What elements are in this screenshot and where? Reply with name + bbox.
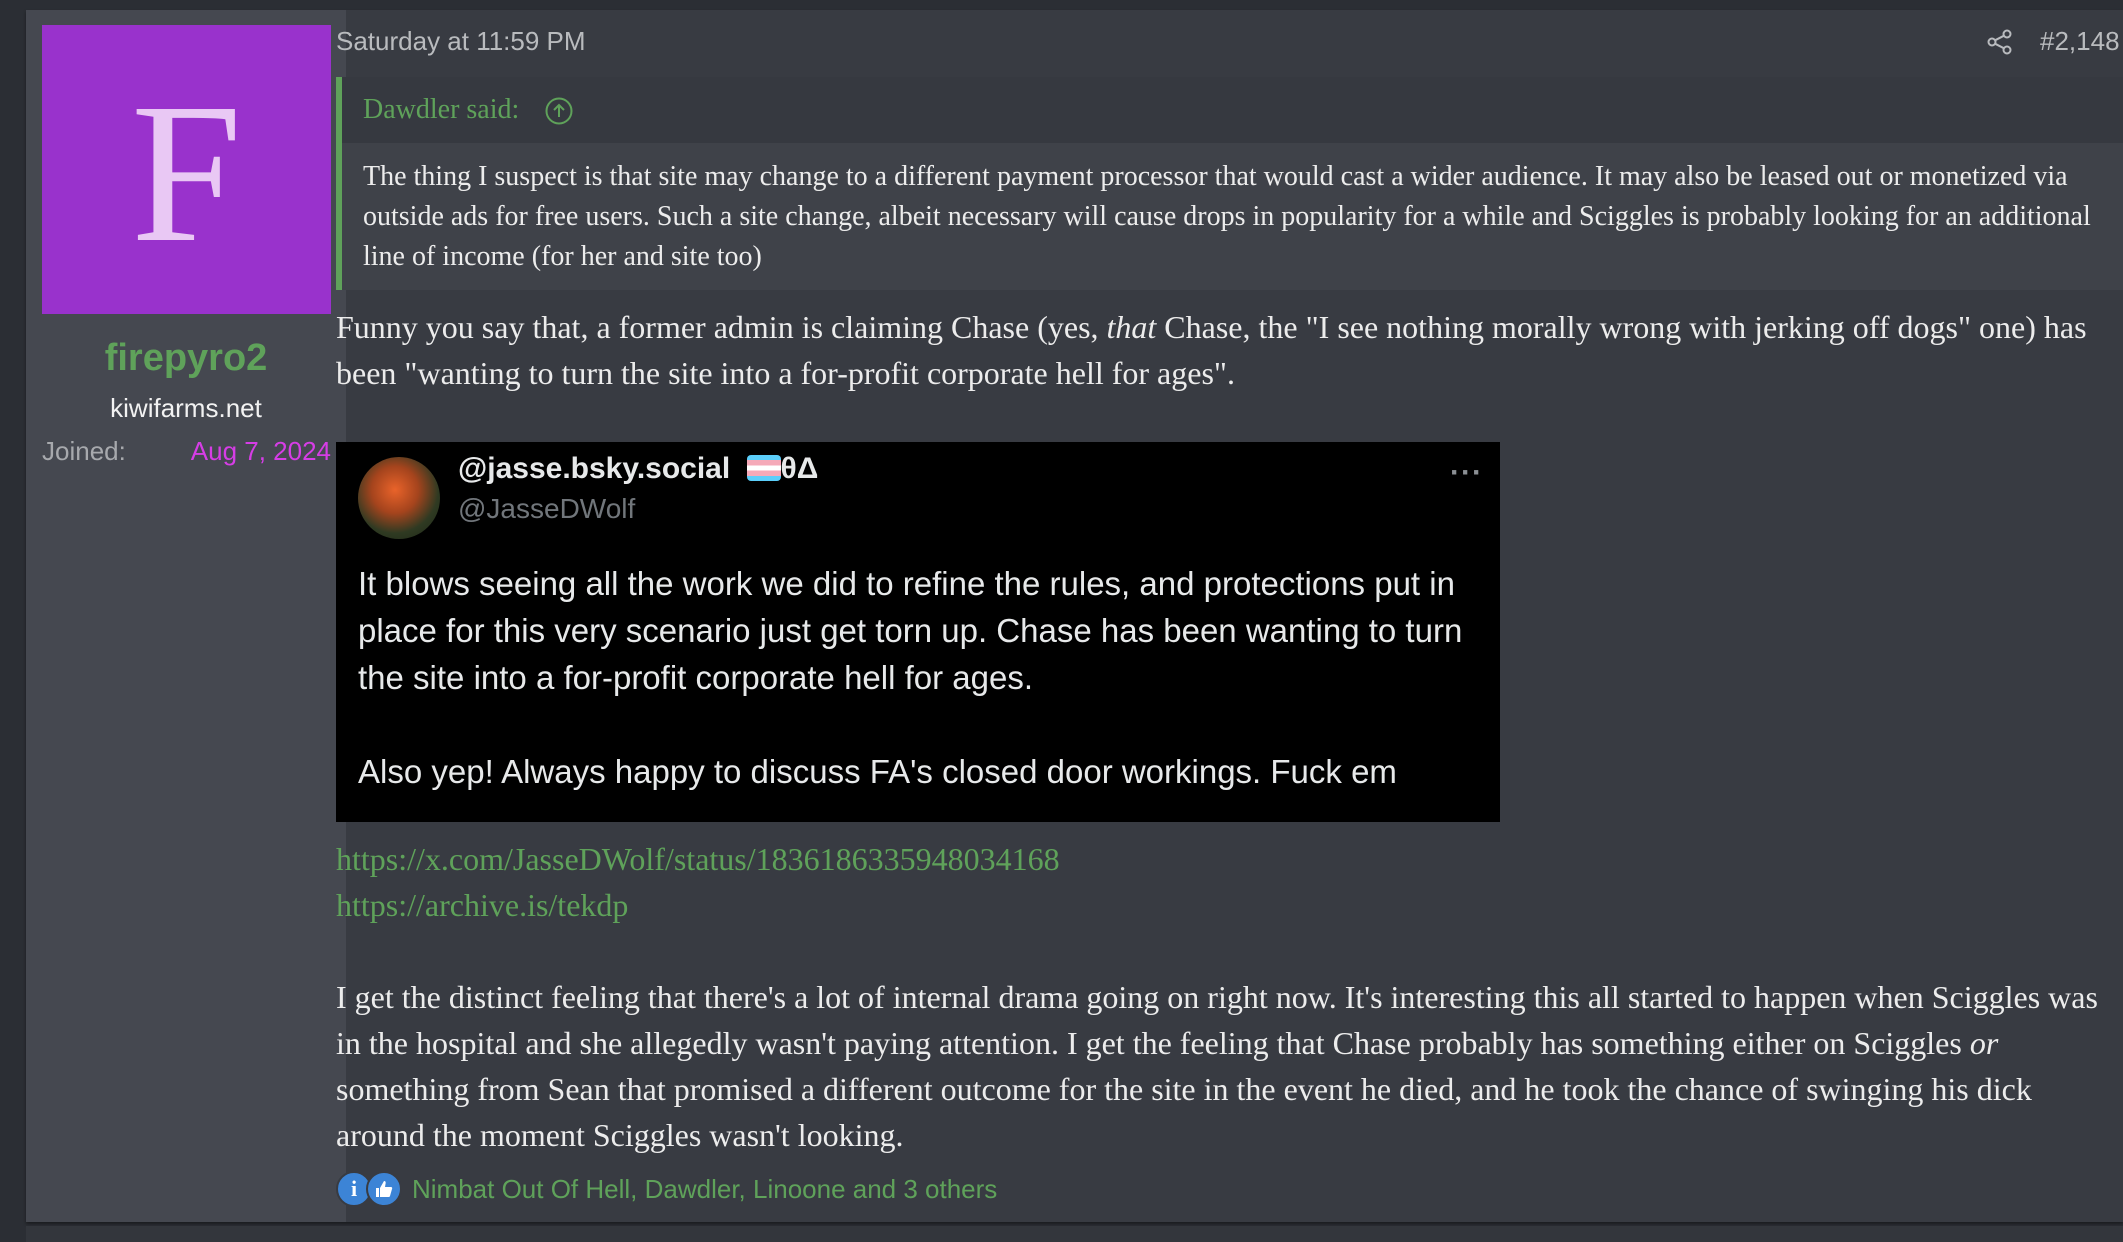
reaction-users[interactable]: Nimbat Out Of Hell, Dawdler, Linoone and… <box>412 1174 997 1205</box>
post-paragraph: I get the distinct feeling that there's … <box>336 974 2116 1158</box>
archive-link[interactable]: https://archive.is/tekdp <box>336 882 1060 928</box>
trans-flag-icon <box>746 455 781 481</box>
tweet-avatar <box>358 457 440 539</box>
avatar[interactable]: F <box>42 25 331 314</box>
joined-label: Joined: <box>42 436 126 466</box>
username[interactable]: firepyro2 <box>26 337 346 380</box>
post-date[interactable]: Saturday at 11:59 PM <box>336 26 586 57</box>
tweet-handle: @JasseDWolf <box>458 493 636 524</box>
text-run: something from Sean that promised a diff… <box>336 1071 2032 1153</box>
avatar-letter: F <box>130 62 243 284</box>
text-run: Funny you say that, a former admin is cl… <box>336 309 1107 345</box>
tweet-display-name: @jasse.bsky.social θΔ <box>458 452 818 486</box>
tweet-name-text: @jasse.bsky.social <box>458 452 731 485</box>
arrow-up-circle-icon[interactable] <box>544 96 574 126</box>
quote-block: Dawdler said: The thing I suspect is tha… <box>336 77 2123 290</box>
share-icon[interactable] <box>1986 28 2014 56</box>
tweet-name-suffix: θΔ <box>780 452 819 485</box>
tweet-text: It blows seeing all the work we did to r… <box>358 565 1463 790</box>
next-post-edge <box>26 1226 2123 1242</box>
user-info-panel: F firepyro2 kiwifarms.net Joined: Aug 7,… <box>26 10 346 1222</box>
tweet-link[interactable]: https://x.com/JasseDWolf/status/18361863… <box>336 836 1060 882</box>
link-list: https://x.com/JasseDWolf/status/18361863… <box>336 836 1060 928</box>
tweet-screenshot[interactable]: @jasse.bsky.social θΔ @JasseDWolf ··· It… <box>336 442 1500 822</box>
post-paragraph: Funny you say that, a former admin is cl… <box>336 304 2116 396</box>
post-number[interactable]: #2,148 <box>2040 26 2120 57</box>
like-icon <box>366 1171 402 1207</box>
quote-author[interactable]: Dawdler said: <box>363 94 519 126</box>
joined-date: Aug 7, 2024 <box>190 436 331 466</box>
italic-text: or <box>1969 1025 1999 1061</box>
reactions-bar[interactable]: i Nimbat Out Of Hell, Dawdler, Linoone a… <box>336 1171 997 1207</box>
text-run: I get the distinct feeling that there's … <box>336 979 2098 1061</box>
user-title: kiwifarms.net <box>110 393 262 423</box>
quote-text: The thing I suspect is that site may cha… <box>363 161 2091 272</box>
more-options-icon: ··· <box>1450 456 1483 489</box>
quote-header: Dawdler said: <box>342 77 2123 143</box>
italic-text: that <box>1106 309 1157 345</box>
